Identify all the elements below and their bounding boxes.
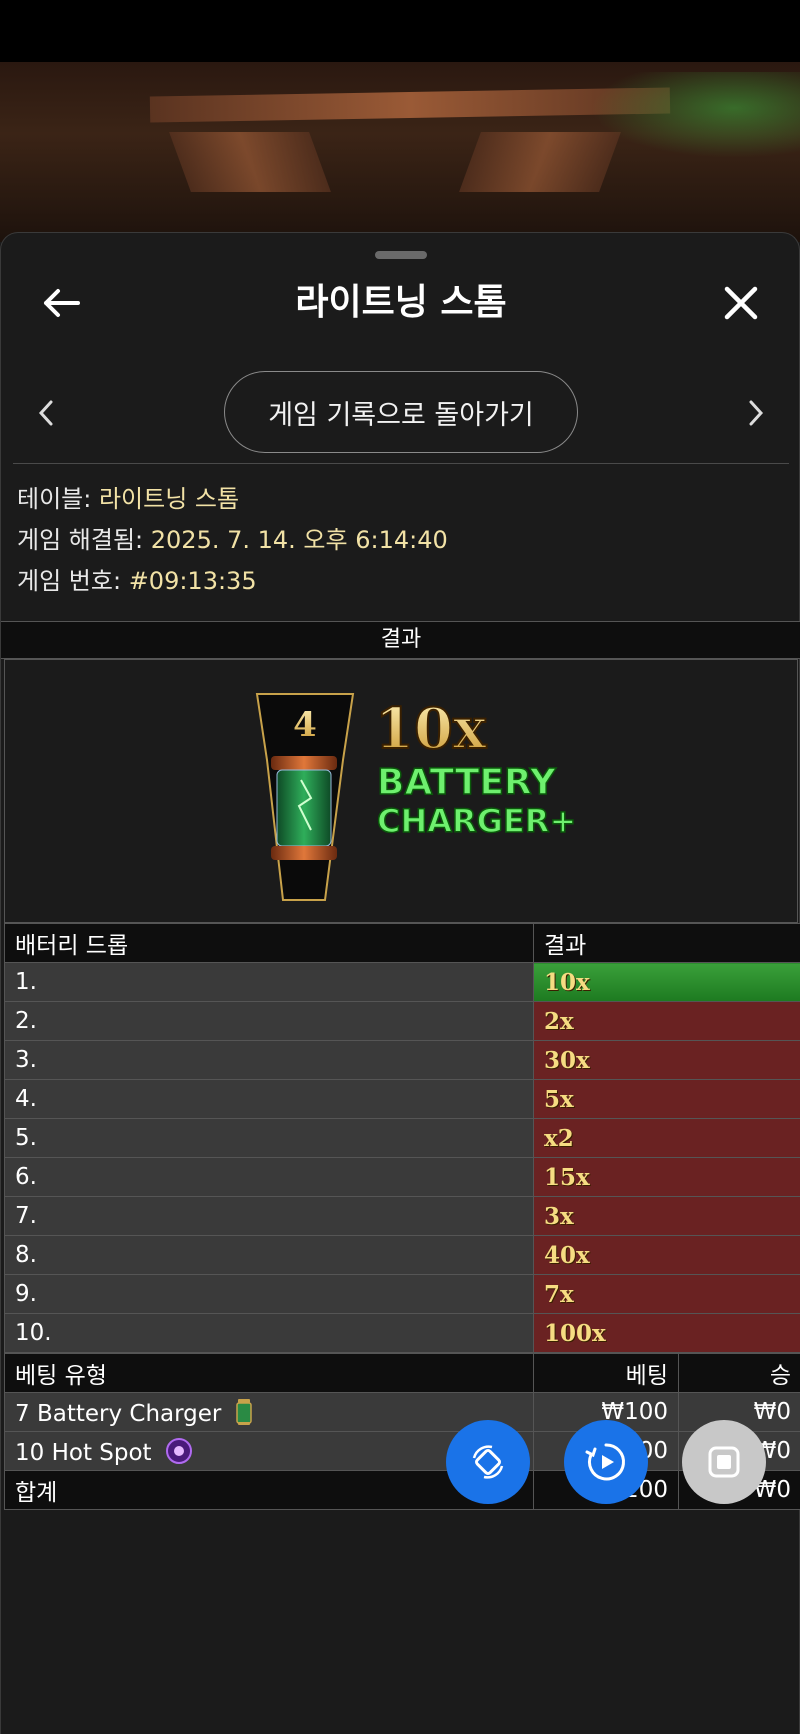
- status-bar: [0, 0, 800, 62]
- table-row: 6. 15x: [4, 1157, 800, 1197]
- bet-type-label: 10 Hot Spot: [15, 1439, 152, 1466]
- game-background: [0, 62, 800, 242]
- table-row: 2. 2x: [4, 1001, 800, 1041]
- result-line-2: CHARGER+: [377, 802, 576, 840]
- back-arrow-icon[interactable]: [31, 273, 91, 333]
- drop-index: 1.: [4, 962, 534, 1002]
- info-game-number: 게임 번호: #09:13:35: [17, 563, 257, 599]
- drop-result: 15x: [533, 1157, 800, 1197]
- table-row: 7. 3x: [4, 1196, 800, 1236]
- battery-charger-result-art: 4 10x BATTERY CHARGER+: [255, 693, 577, 901]
- drop-index: 6.: [4, 1157, 534, 1197]
- next-game-icon[interactable]: [736, 383, 776, 443]
- divider: [13, 463, 789, 464]
- table-row: 10 Hot Spot ₩100 ₩0: [4, 1431, 800, 1471]
- game-number-value: #09:13:35: [128, 567, 257, 595]
- column-header-bet: 베팅: [533, 1353, 679, 1393]
- table-row: 10. 100x: [4, 1313, 800, 1353]
- drop-result: 100x: [533, 1313, 800, 1353]
- rotate-icon: [472, 1445, 504, 1479]
- rotate-screen-button[interactable]: [446, 1420, 530, 1504]
- bet-type-cell: 7 Battery Charger: [4, 1392, 534, 1432]
- table-row: 8. 40x: [4, 1235, 800, 1275]
- column-header-bet-type: 베팅 유형: [4, 1353, 534, 1393]
- result-heading: 결과: [1, 621, 800, 659]
- drop-index: 10.: [4, 1313, 534, 1353]
- drop-index: 9.: [4, 1274, 534, 1314]
- drag-handle[interactable]: [375, 251, 427, 259]
- drop-result: 7x: [533, 1274, 800, 1314]
- drop-result: 10x: [533, 962, 800, 1002]
- drop-result: 3x: [533, 1196, 800, 1236]
- result-multiplier: 10x: [375, 696, 487, 762]
- game-number-label: 게임 번호:: [17, 567, 122, 595]
- battery-icon: [235, 1398, 252, 1425]
- drop-result: 40x: [533, 1235, 800, 1275]
- result-graphic: 4 10x BATTERY CHARGER+: [4, 659, 798, 923]
- game-details-sheet: 라이트닝 스톰 게임 기록으로 돌아가기 테이블: 라이트닝 스톰 게임 해결됨…: [0, 232, 800, 1734]
- screen-record-button[interactable]: [564, 1420, 648, 1504]
- record-play-icon: [585, 1443, 625, 1481]
- info-table: 테이블: 라이트닝 스톰: [17, 481, 239, 517]
- column-header-result: 결과: [533, 923, 800, 963]
- bets-table: 베팅 유형 베팅 승 7 Battery Charger ₩100 ₩0 10 …: [4, 1353, 800, 1510]
- column-header-win: 승: [678, 1353, 800, 1393]
- resolved-label: 게임 해결됨:: [17, 526, 144, 554]
- bet-type-label: 7 Battery Charger: [15, 1400, 222, 1427]
- info-resolved: 게임 해결됨: 2025. 7. 14. 오후 6:14:40: [17, 522, 448, 558]
- drop-index: 4.: [4, 1079, 534, 1119]
- drop-number: 4: [293, 705, 317, 745]
- hotspot-icon: [165, 1437, 192, 1464]
- result-line-1: BATTERY: [377, 762, 557, 803]
- drop-result: 2x: [533, 1001, 800, 1041]
- battery-drops-table: 배터리 드롭 결과 1. 10x 2. 2x 3. 30x 4. 5x 5. x2 6. 1…: [4, 923, 800, 1353]
- drop-result: 5x: [533, 1079, 800, 1119]
- table-row: 1. 10x: [4, 962, 800, 1002]
- table-row: 3. 30x: [4, 1040, 800, 1080]
- close-icon[interactable]: [711, 273, 771, 333]
- back-to-history-button[interactable]: 게임 기록으로 돌아가기: [224, 371, 578, 453]
- drop-index: 2.: [4, 1001, 534, 1041]
- stop-icon: [708, 1446, 740, 1478]
- drop-result: x2: [533, 1118, 800, 1158]
- drop-index: 7.: [4, 1196, 534, 1236]
- previous-game-icon[interactable]: [26, 383, 66, 443]
- table-row: 9. 7x: [4, 1274, 800, 1314]
- resolved-value: 2025. 7. 14. 오후 6:14:40: [150, 526, 448, 554]
- table-row: 5. x2: [4, 1118, 800, 1158]
- drop-index: 8.: [4, 1235, 534, 1275]
- table-row: 7 Battery Charger ₩100 ₩0: [4, 1392, 800, 1432]
- table-row-total: 합계 ₩200 ₩0: [4, 1470, 800, 1510]
- column-header-drop: 배터리 드롭: [4, 923, 534, 963]
- drop-result: 30x: [533, 1040, 800, 1080]
- drop-index: 3.: [4, 1040, 534, 1080]
- drop-index: 5.: [4, 1118, 534, 1158]
- stop-button[interactable]: [682, 1420, 766, 1504]
- table-label: 테이블:: [17, 485, 92, 513]
- table-value: 라이트닝 스톰: [98, 485, 240, 513]
- table-row: 4. 5x: [4, 1079, 800, 1119]
- page-title: 라이트닝 스톰: [295, 282, 507, 323]
